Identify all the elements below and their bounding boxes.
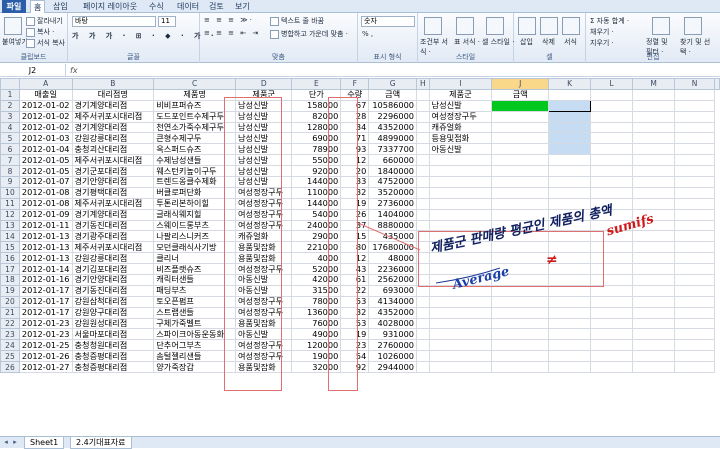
fx-icon[interactable]: fx — [70, 64, 78, 77]
cell-style-icon[interactable] — [486, 17, 504, 35]
delete-button[interactable]: 삭제 — [542, 37, 555, 47]
brush-icon — [26, 38, 35, 48]
tab-page-layout[interactable]: 페이지 레이아웃 — [80, 0, 140, 13]
scissors-icon — [26, 16, 35, 26]
alignment-group: ≡ ≡ ≡ ≫· ≡ ≡ ≡ ⇤ ⇥ 텍스트 줄 바꿈 병합하고 가운데 맞춤 … — [200, 13, 358, 63]
ribbon: 붙여넣기 잘라내기 복사 · 서식 복사 클립보드 바탕 11 가 가 가 · … — [0, 13, 720, 63]
align-buttons-top[interactable]: ≡ ≡ ≡ ≫· — [204, 16, 254, 24]
sheet-tab-1[interactable]: Sheet1 — [24, 437, 65, 449]
alignment-group-label: 맞춤 — [272, 53, 285, 61]
style-group: 조건부 서식 · 표 서식 · 셀 스타일 · 스타일 — [418, 13, 514, 63]
fill-button[interactable]: 채우기 · — [590, 27, 614, 37]
insert-button[interactable]: 삽입 — [520, 37, 533, 47]
clipboard-group: 붙여넣기 잘라내기 복사 · 서식 복사 클립보드 — [0, 13, 68, 63]
style-group-label: 스타일 — [455, 53, 476, 61]
align-buttons-bottom[interactable]: ≡ ≡ ≡ ⇤ ⇥ — [204, 29, 260, 37]
tab-insert[interactable]: 삽입 — [50, 0, 71, 13]
cells-group: 삽입 삭제 서식 셀 — [514, 13, 586, 63]
format-cell-icon[interactable] — [562, 17, 580, 35]
find-select-icon[interactable] — [684, 17, 702, 35]
cell-style-button[interactable]: 셀 스타일 · — [482, 37, 514, 47]
table-format-icon[interactable] — [456, 17, 474, 35]
wrap-text-button[interactable]: 텍스트 줄 바꿈 — [270, 16, 324, 26]
tab-data[interactable]: 데이터 — [174, 0, 202, 13]
format-painter-button[interactable]: 서식 복사 — [26, 38, 65, 48]
merge-center-button[interactable]: 병합하고 가운데 맞춤 · — [270, 29, 348, 39]
wrap-icon — [270, 16, 279, 26]
sheet-tab-bar: ◂ ▸ Sheet1 2.4기대표자료 — [0, 436, 720, 449]
table-format-button[interactable]: 표 서식 · — [454, 37, 480, 47]
percent-comma-buttons[interactable]: % , — [362, 30, 373, 38]
font-group: 바탕 11 가 가 가 · ⊞ · ◆ · 가 · 글꼴 — [68, 13, 214, 63]
tab-formulas[interactable]: 수식 — [146, 0, 167, 13]
font-group-label: 글꼴 — [127, 53, 140, 61]
ribbon-tab-bar: 파일 홈 삽입 페이지 레이아웃 수식 데이터 검토 보기 — [0, 0, 720, 13]
handwritten-mark: ≠ — [546, 252, 558, 268]
note-connector-line — [357, 222, 421, 251]
formula-bar: J2 fx — [0, 64, 720, 77]
merge-icon — [270, 29, 279, 39]
autosum-button[interactable]: Σ 자동 합계 · — [590, 16, 629, 26]
sheet-tab-2[interactable]: 2.4기대표자료 — [70, 437, 132, 449]
font-size-select[interactable]: 11 — [158, 16, 176, 27]
sort-filter-icon[interactable] — [652, 17, 670, 35]
paste-button[interactable]: 붙여넣기 — [2, 37, 28, 47]
worksheet[interactable]: A B C D E F G H I J K L M N 1 매출일 대리점명 제품명 제품군 단가 수량 금액 제품군 금액 2… — [0, 78, 720, 436]
cut-button[interactable]: 잘라내기 — [26, 16, 63, 26]
delete-cell-icon[interactable] — [540, 17, 558, 35]
conditional-format-icon[interactable] — [424, 17, 442, 35]
tab-view[interactable]: 보기 — [232, 0, 253, 13]
cells-group-label: 셀 — [546, 53, 553, 61]
number-group: 숫자 % , 표시 형식 — [358, 13, 418, 63]
next-sheet-icon[interactable]: ▸ — [11, 438, 19, 447]
format-button[interactable]: 서식 — [564, 37, 577, 47]
clear-button[interactable]: 지우기 · — [590, 38, 614, 48]
name-box[interactable]: J2 — [0, 64, 66, 77]
editing-group: Σ 자동 합계 · 채우기 · 지우기 · 정렬 및 필터 · 찾기 및 선택 … — [586, 13, 720, 63]
font-name-select[interactable]: 바탕 — [72, 16, 156, 27]
bold-italic-underline-buttons[interactable]: 가 가 가 · ⊞ · ◆ · 가 · — [72, 31, 218, 41]
copy-icon — [26, 27, 35, 37]
tab-file[interactable]: 파일 — [2, 0, 26, 13]
copy-button[interactable]: 복사 · — [26, 27, 54, 37]
tab-review[interactable]: 검토 — [206, 0, 227, 13]
clipboard-group-label: 클립보드 — [20, 53, 47, 61]
number-group-label: 표시 형식 — [373, 53, 402, 61]
editing-group-label: 편집 — [646, 53, 660, 61]
number-format-select[interactable]: 숫자 — [361, 16, 415, 27]
insert-cell-icon[interactable] — [518, 17, 536, 35]
first-sheet-icon[interactable]: ◂ — [2, 438, 10, 447]
tab-home[interactable]: 홈 — [30, 0, 46, 13]
annotation-layer — [357, 222, 501, 284]
paste-icon[interactable] — [4, 17, 22, 35]
